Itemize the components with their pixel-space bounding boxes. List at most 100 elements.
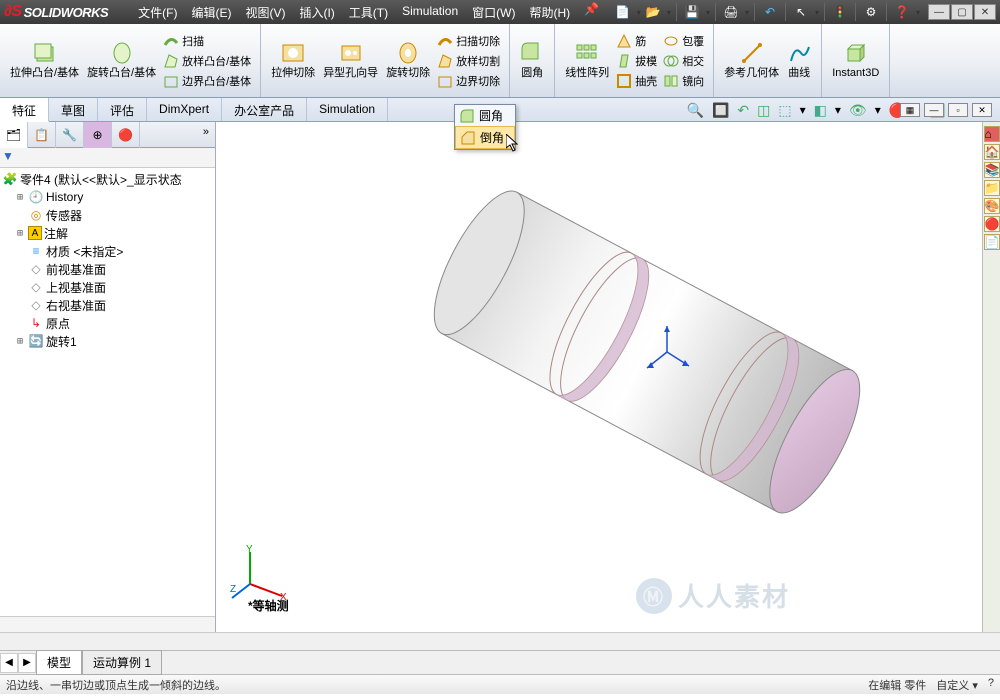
open-icon[interactable]: 📂 bbox=[643, 2, 663, 22]
intersect-button[interactable]: 相交 bbox=[660, 51, 707, 71]
tree-origin[interactable]: ↳原点 bbox=[0, 314, 215, 332]
tree-top-plane[interactable]: ◇上视基准面 bbox=[0, 278, 215, 296]
shell-button[interactable]: 抽壳 bbox=[613, 71, 660, 91]
zoom-area-icon[interactable]: 🔲 bbox=[712, 102, 729, 119]
loft-cut-button[interactable]: 放样切割 bbox=[434, 51, 503, 71]
view-orient-icon[interactable]: ⬚ bbox=[778, 102, 791, 119]
fillet-button[interactable]: 圆角 bbox=[516, 37, 548, 85]
bottom-tab-motion[interactable]: 运动算例 1 bbox=[82, 650, 162, 675]
maximize-button[interactable]: ▢ bbox=[951, 4, 973, 20]
bottom-tab-model[interactable]: 模型 bbox=[36, 650, 82, 675]
taskpane-custom-icon[interactable]: 📄 bbox=[984, 234, 1000, 250]
tab-features[interactable]: 特征 bbox=[0, 98, 49, 122]
menu-sim[interactable]: Simulation bbox=[396, 2, 464, 23]
tab-office[interactable]: 办公室产品 bbox=[222, 98, 307, 121]
boundary-button[interactable]: 边界凸台/基体 bbox=[160, 71, 254, 91]
pin-icon[interactable]: 📌 bbox=[584, 2, 599, 23]
menu-tools[interactable]: 工具(T) bbox=[343, 2, 394, 23]
fm-config-tab[interactable]: 🔧 bbox=[56, 122, 84, 148]
revolve-cut-button[interactable]: 旋转切除 bbox=[382, 27, 434, 95]
tab-sim[interactable]: Simulation bbox=[307, 98, 388, 121]
tab-dimxpert[interactable]: DimXpert bbox=[147, 98, 222, 121]
mirror-button[interactable]: 镜向 bbox=[660, 71, 707, 91]
close-button[interactable]: ✕ bbox=[974, 4, 996, 20]
sweep-cut-button[interactable]: 扫描切除 bbox=[434, 31, 503, 51]
menu-window[interactable]: 窗口(W) bbox=[466, 2, 521, 23]
menu-file[interactable]: 文件(F) bbox=[132, 2, 183, 23]
tree-material[interactable]: ≡材质 <未指定> bbox=[0, 242, 215, 260]
extrude-cut-button[interactable]: 拉伸切除 bbox=[267, 27, 319, 95]
taskpane-design-icon[interactable]: 🏠 bbox=[984, 144, 1000, 160]
motion-tabs: ◀ ▶ 模型 运动算例 1 bbox=[0, 650, 1000, 674]
tree-history[interactable]: ⊞🕘History bbox=[0, 188, 215, 206]
fm-tree-tab[interactable]: 🗂 bbox=[0, 122, 28, 148]
linear-pattern-button[interactable]: 线性阵列 bbox=[561, 27, 613, 95]
rib-button[interactable]: 筋 bbox=[613, 31, 660, 51]
menu-help[interactable]: 帮助(H) bbox=[523, 2, 576, 23]
popup-fillet[interactable]: 圆角 bbox=[455, 105, 515, 126]
feature-tree[interactable]: 🧩零件4 (默认<<默认>_显示状态 ⊞🕘History ◎传感器 ⊞A注解 ≡… bbox=[0, 168, 215, 616]
taskpane-appearance-icon[interactable]: 🔴 bbox=[984, 216, 1000, 232]
menu-edit[interactable]: 编辑(E) bbox=[185, 2, 237, 23]
fm-expand-icon[interactable]: » bbox=[197, 122, 215, 147]
filter-icon[interactable]: ▼ bbox=[2, 149, 14, 163]
select-icon[interactable]: ↖ bbox=[791, 2, 811, 22]
tree-root[interactable]: 🧩零件4 (默认<<默认>_显示状态 bbox=[0, 170, 215, 188]
doc-max-button[interactable]: ▫ bbox=[948, 103, 968, 117]
menu-view[interactable]: 视图(V) bbox=[239, 2, 291, 23]
loft-button[interactable]: 放样凸台/基体 bbox=[160, 51, 254, 71]
sweep-label: 扫描 bbox=[182, 33, 204, 49]
instant3d-button[interactable]: Instant3D bbox=[828, 27, 883, 95]
tab-scroll-left[interactable]: ◀ bbox=[0, 653, 18, 673]
hide-show-icon[interactable]: 👁 bbox=[849, 102, 867, 119]
sweep-button[interactable]: 扫描 bbox=[160, 31, 254, 51]
wrap-button[interactable]: 包覆 bbox=[660, 31, 707, 51]
print-icon[interactable]: 🖨 bbox=[721, 2, 741, 22]
draft-button[interactable]: 拔模 bbox=[613, 51, 660, 71]
loft-label: 放样凸台/基体 bbox=[182, 53, 251, 69]
wrap-label: 包覆 bbox=[682, 33, 704, 49]
zoom-fit-icon[interactable]: 🔍 bbox=[687, 102, 704, 119]
tree-annotations[interactable]: ⊞A注解 bbox=[0, 224, 215, 242]
doc-close-button[interactable]: ✕ bbox=[972, 103, 992, 117]
undo-icon[interactable]: ↶ bbox=[760, 2, 780, 22]
save-icon[interactable]: 💾 bbox=[682, 2, 702, 22]
graphics-area[interactable]: Y X Z *等轴测 Ⓜ人人素材 ⌂ 🏠 📚 📁 🎨 🔴 📄 bbox=[216, 122, 1000, 632]
fm-dimx-tab[interactable]: ⊕ bbox=[84, 122, 112, 148]
help-icon[interactable]: ❓ bbox=[892, 2, 912, 22]
extrude-boss-button[interactable]: 拉伸凸台/基体 bbox=[6, 27, 83, 95]
tree-revolve1[interactable]: ⊞🔄旋转1 bbox=[0, 332, 215, 350]
fm-display-tab[interactable]: 🔴 bbox=[112, 122, 140, 148]
taskpane-resources-icon[interactable]: ⌂ bbox=[984, 126, 1000, 142]
minimize-button[interactable]: — bbox=[928, 4, 950, 20]
fm-prop-tab[interactable]: 📋 bbox=[28, 122, 56, 148]
hole-wizard-button[interactable]: 异型孔向导 bbox=[319, 27, 382, 95]
boundary-cut-button[interactable]: 边界切除 bbox=[434, 71, 503, 91]
taskpane-explorer-icon[interactable]: 📁 bbox=[984, 180, 1000, 196]
menu-insert[interactable]: 插入(I) bbox=[293, 2, 340, 23]
curve-button[interactable]: 曲线 bbox=[783, 27, 815, 95]
tab-sketch[interactable]: 草图 bbox=[49, 98, 98, 121]
tab-evaluate[interactable]: 评估 bbox=[98, 98, 147, 121]
ref-geom-button[interactable]: 参考几何体 bbox=[720, 27, 783, 95]
taskpane-library-icon[interactable]: 📚 bbox=[984, 162, 1000, 178]
taskpane-palette-icon[interactable]: 🎨 bbox=[984, 198, 1000, 214]
task-pane[interactable]: ⌂ 🏠 📚 📁 🎨 🔴 📄 bbox=[982, 122, 1000, 632]
popup-chamfer[interactable]: 倒角 bbox=[455, 126, 515, 149]
doc-views-icon[interactable]: ▦ bbox=[900, 103, 920, 117]
status-help-icon[interactable]: ? bbox=[988, 677, 994, 693]
section-icon[interactable]: ◫ bbox=[757, 102, 770, 119]
status-custom[interactable]: 自定义 ▾ bbox=[936, 677, 978, 693]
tree-sensors[interactable]: ◎传感器 bbox=[0, 206, 215, 224]
doc-min-button[interactable]: — bbox=[924, 103, 944, 117]
h-scrollbar[interactable] bbox=[0, 632, 1000, 650]
tree-right-plane[interactable]: ◇右视基准面 bbox=[0, 296, 215, 314]
new-icon[interactable]: 📄 bbox=[613, 2, 633, 22]
display-style-icon[interactable]: ◧ bbox=[814, 102, 827, 119]
prev-view-icon[interactable]: ↶ bbox=[737, 102, 749, 119]
revolve-boss-button[interactable]: 旋转凸台/基体 bbox=[83, 27, 160, 95]
options-icon[interactable]: ⚙ bbox=[861, 2, 881, 22]
tab-scroll-right[interactable]: ▶ bbox=[18, 653, 36, 673]
tree-front-plane[interactable]: ◇前视基准面 bbox=[0, 260, 215, 278]
rebuild-icon[interactable]: 🚦 bbox=[830, 2, 850, 22]
